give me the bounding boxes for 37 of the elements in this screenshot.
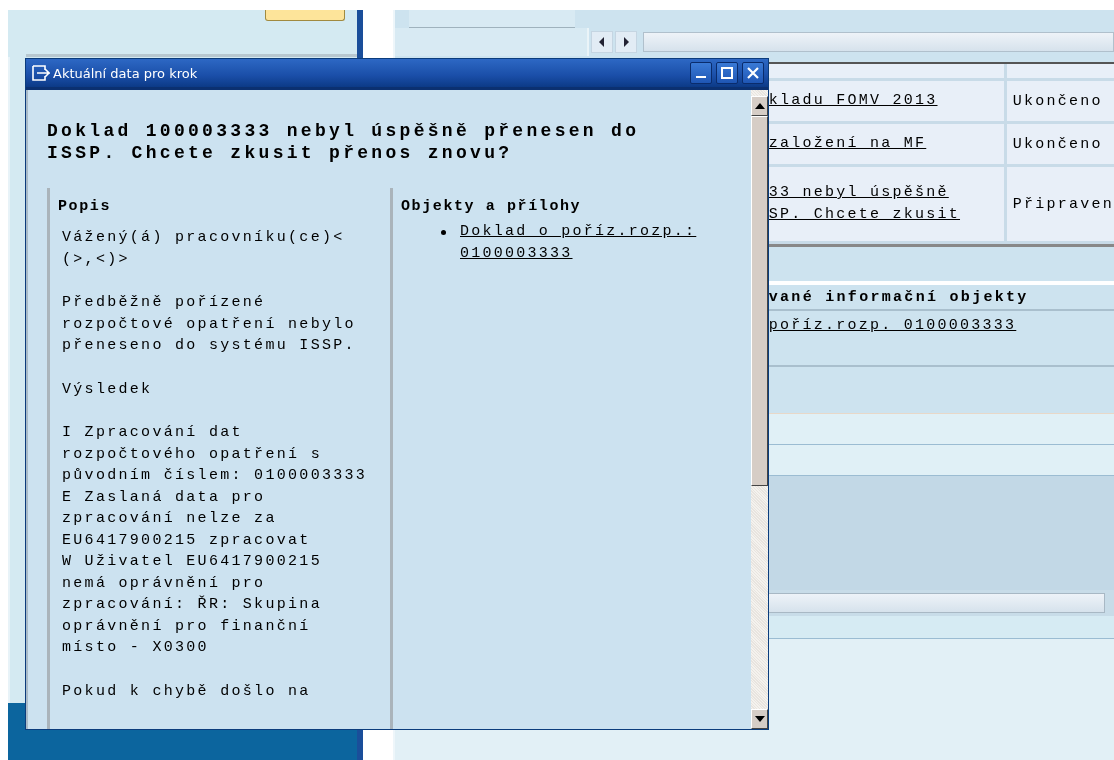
status-text: Ukončeno	[1012, 92, 1103, 110]
step-link[interactable]: 33 nebyl úspěšně SP. Chcete zkusit	[768, 182, 960, 226]
step-link[interactable]: kladu FOMV 2013	[768, 90, 938, 112]
message-text: Předběžně pořízené rozpočtové opatření nebylo přeneseno do systému ISSP.	[61, 293, 357, 356]
message-heading: Doklad 100003333 nebyl úspěšně přenesen do ISSP. Chcete zkusit přenos znovu?	[47, 120, 641, 164]
minimize-icon	[696, 76, 706, 78]
scroll-up-button[interactable]	[751, 96, 768, 116]
window-title: Aktuální data pro krok	[53, 65, 198, 81]
object-link[interactable]: poříz.rozp. 0100003333	[768, 317, 1017, 334]
right-arrow-icon	[621, 37, 630, 47]
minimize-button[interactable]	[690, 62, 712, 84]
message-text: Vážený(á) pracovníku(ce)< (>,<)>	[61, 228, 346, 270]
status-text: Ukončeno	[1012, 135, 1103, 153]
down-arrow-icon	[754, 716, 765, 722]
close-icon	[747, 67, 759, 79]
step-link[interactable]: založení na MF	[768, 133, 927, 155]
column-header: Popis	[58, 198, 112, 215]
object-link[interactable]: Doklad o poříz.rozp.: 0100003333	[460, 221, 697, 265]
message-text: Pokud k chybě došlo na	[61, 681, 312, 702]
scroll-down-button[interactable]	[751, 709, 768, 729]
up-arrow-icon	[754, 103, 765, 109]
column-header: Objekty a přílohy	[401, 198, 583, 215]
message-text: I Zpracování dat rozpočtového opatření s původním číslem: 0100003333 E Zaslaná data pro zpracování nelze za EU6417900215 zpracovat W Uživatel EU6417900215 nemá oprávnění pro zpracování: ŘR: Skupina oprávnění pro finanční místo - X0300	[61, 423, 369, 658]
maximize-button[interactable]	[716, 62, 738, 84]
bullet-icon	[441, 230, 446, 235]
scrollbar[interactable]	[751, 90, 768, 729]
maximize-icon	[721, 67, 733, 79]
status-text: Připraven	[1012, 195, 1114, 213]
close-button[interactable]	[742, 62, 764, 84]
message-text: Výsledek	[61, 379, 154, 400]
scroll-left-button[interactable]	[590, 31, 613, 53]
toolbar-button[interactable]	[264, 10, 345, 21]
window-icon	[32, 65, 50, 81]
left-arrow-icon	[597, 37, 606, 47]
scrollbar-thumb[interactable]	[642, 32, 1114, 52]
section-header: vané informační objekty	[768, 288, 1029, 306]
scroll-right-button[interactable]	[614, 31, 637, 53]
